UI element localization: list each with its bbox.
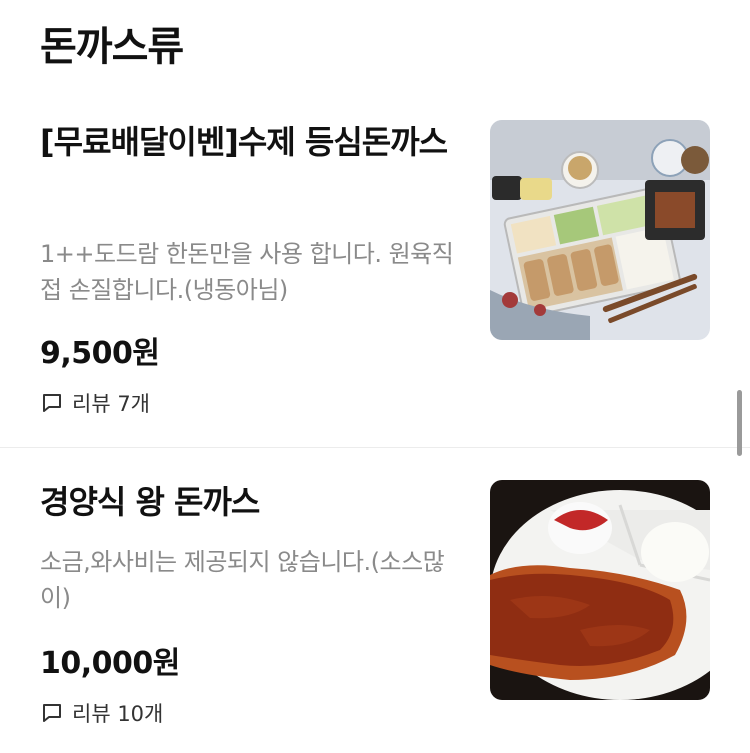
western-tonkatsu-photo[interactable]: [490, 480, 710, 700]
menu-item-description: 소금,와사비는 제공되지 않습니다.(소스많이): [40, 548, 445, 612]
category-title: 돈까스류: [40, 24, 184, 70]
speech-bubble-icon: [43, 394, 61, 412]
review-count-label: 리뷰 7개: [72, 392, 150, 416]
tonkatsu-bento-photo[interactable]: [490, 120, 710, 340]
speech-bubble-icon: [43, 704, 61, 722]
section-divider: [0, 447, 750, 448]
menu-item[interactable]: [무료배달이벤]수제 등심돈까스 1++도드람 한돈만을 사용 합니다. 원육직…: [0, 118, 750, 448]
scrollbar[interactable]: [737, 390, 742, 456]
menu-item-description: 1++도드람 한돈만을 사용 합니다. 원육직접 손질합니다.(냉동아님): [40, 240, 454, 304]
review-count-label: 리뷰 10개: [72, 702, 164, 726]
menu-item-review[interactable]: 리뷰 10개: [40, 698, 163, 728]
menu-item-name: [무료배달이벤]수제 등심돈까스: [40, 123, 448, 161]
menu-item[interactable]: 경양식 왕 돈까스 소금,와사비는 제공되지 않습니다.(소스많이) 10,00…: [0, 478, 750, 753]
menu-item-review[interactable]: 리뷰 7개: [40, 388, 150, 418]
menu-item-price: 10,000원: [40, 646, 180, 681]
menu-item-price: 9,500원: [40, 336, 160, 371]
menu-item-name: 경양식 왕 돈까스: [40, 483, 260, 521]
